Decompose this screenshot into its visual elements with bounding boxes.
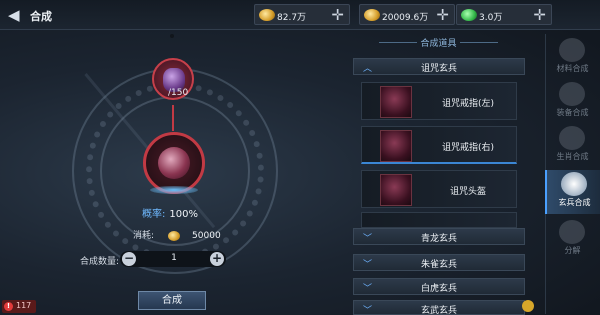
page-title: 合成: [30, 10, 52, 23]
quantity-stepper: − 1 +: [120, 251, 226, 267]
category-header[interactable]: ﹀ 玄武玄兵: [353, 300, 525, 315]
notification-count: 117: [16, 301, 32, 310]
quantity-value[interactable]: 1: [164, 253, 184, 263]
cursed-ring-icon: [158, 147, 190, 179]
materials-icon: [559, 38, 585, 62]
tab-label: 装备合成: [556, 108, 589, 117]
tab-label: 材料合成: [556, 64, 589, 73]
tab-equipment[interactable]: 装备合成: [545, 80, 600, 124]
panel-title: 合成道具: [351, 36, 526, 49]
gold-ingot-icon: [168, 230, 181, 241]
category-label: 白虎玄兵: [420, 284, 457, 294]
list-item-partial[interactable]: [361, 212, 517, 228]
cursed-ring-icon: [380, 86, 412, 118]
slot-glow: [150, 186, 198, 194]
currency-gold-bound: 82.7万 ✛: [254, 4, 350, 25]
rate-value: 100%: [169, 209, 198, 220]
currency-value: 82.7万: [277, 13, 307, 23]
material-count: /150: [168, 88, 189, 98]
list-item[interactable]: 诅咒头盔: [361, 170, 517, 208]
item-list-panel: 合成道具 ︿ 诅咒玄兵 诅咒戒指(左) 诅咒戒指(右) 诅咒头盔 ﹀ 青龙玄兵 …: [351, 36, 526, 315]
cost-value: 50000: [192, 231, 221, 241]
equipment-icon: [559, 82, 585, 106]
rate-label: 概率:: [142, 209, 166, 220]
tab-mystic-weapon[interactable]: 玄兵合成: [545, 170, 600, 214]
category-header-expanded[interactable]: ︿ 诅咒玄兵: [353, 58, 525, 75]
side-tabs: 材料合成 装备合成 生肖合成 玄兵合成 分解: [545, 36, 600, 306]
add-currency-button[interactable]: ✛: [331, 6, 344, 24]
success-rate: 概率: 100%: [142, 205, 198, 220]
currency-value: 20009.6万: [382, 13, 429, 23]
gold-ingot-icon: [364, 9, 380, 21]
item-name: 诅咒头盔: [449, 187, 486, 197]
item-name: 诅咒戒指(左): [441, 99, 495, 109]
decrease-button[interactable]: −: [122, 252, 136, 266]
tab-decompose[interactable]: 分解: [545, 218, 600, 262]
tab-label: 生肖合成: [556, 152, 589, 161]
category-header[interactable]: ﹀ 青龙玄兵: [353, 228, 525, 245]
quantity-label: 合成数量:: [80, 257, 120, 267]
slot-connector: [172, 105, 174, 131]
list-item[interactable]: 诅咒戒指(左): [361, 82, 517, 120]
add-currency-button[interactable]: ✛: [533, 6, 546, 24]
decor-dot: [170, 34, 174, 38]
cost-row: 消耗: 50000: [133, 228, 221, 241]
cursed-ring-icon: [380, 130, 412, 162]
category-header[interactable]: ﹀ 朱雀玄兵: [353, 254, 525, 271]
back-arrow-icon[interactable]: ◀: [8, 7, 20, 23]
alert-icon: !: [4, 302, 13, 311]
notification-badge[interactable]: ! 117: [2, 300, 36, 313]
cost-label: 消耗:: [133, 231, 155, 241]
category-header[interactable]: ﹀ 白虎玄兵: [353, 278, 525, 295]
add-currency-button[interactable]: ✛: [436, 6, 449, 24]
category-label: 玄武玄兵: [420, 306, 457, 315]
mystic-weapon-icon: [561, 172, 587, 196]
category-label: 诅咒玄兵: [420, 64, 457, 74]
zodiac-icon: [559, 126, 585, 150]
category-label: 朱雀玄兵: [420, 260, 457, 270]
tab-materials[interactable]: 材料合成: [545, 36, 600, 80]
scroll-handle[interactable]: [522, 300, 534, 312]
jade-gem-icon: [461, 9, 477, 21]
combine-button[interactable]: 合成: [138, 291, 206, 310]
result-slot[interactable]: [143, 132, 205, 194]
currency-value: 3.0万: [479, 13, 503, 23]
cursed-helmet-icon: [380, 174, 412, 206]
tab-label: 玄兵合成: [558, 198, 591, 207]
item-name: 诅咒戒指(右): [441, 143, 495, 153]
currency-jade: 3.0万 ✛: [456, 4, 552, 25]
tab-label: 分解: [564, 246, 581, 255]
list-item-selected[interactable]: 诅咒戒指(右): [361, 126, 517, 164]
tab-zodiac[interactable]: 生肖合成: [545, 124, 600, 168]
decompose-icon: [559, 220, 585, 244]
category-label: 青龙玄兵: [420, 234, 457, 244]
increase-button[interactable]: +: [210, 252, 224, 266]
gold-ingot-icon: [259, 9, 275, 21]
top-bar: ◀ 合成 82.7万 ✛ 20009.6万 ✛ 3.0万 ✛: [0, 0, 600, 30]
currency-gold: 20009.6万 ✛: [359, 4, 455, 25]
